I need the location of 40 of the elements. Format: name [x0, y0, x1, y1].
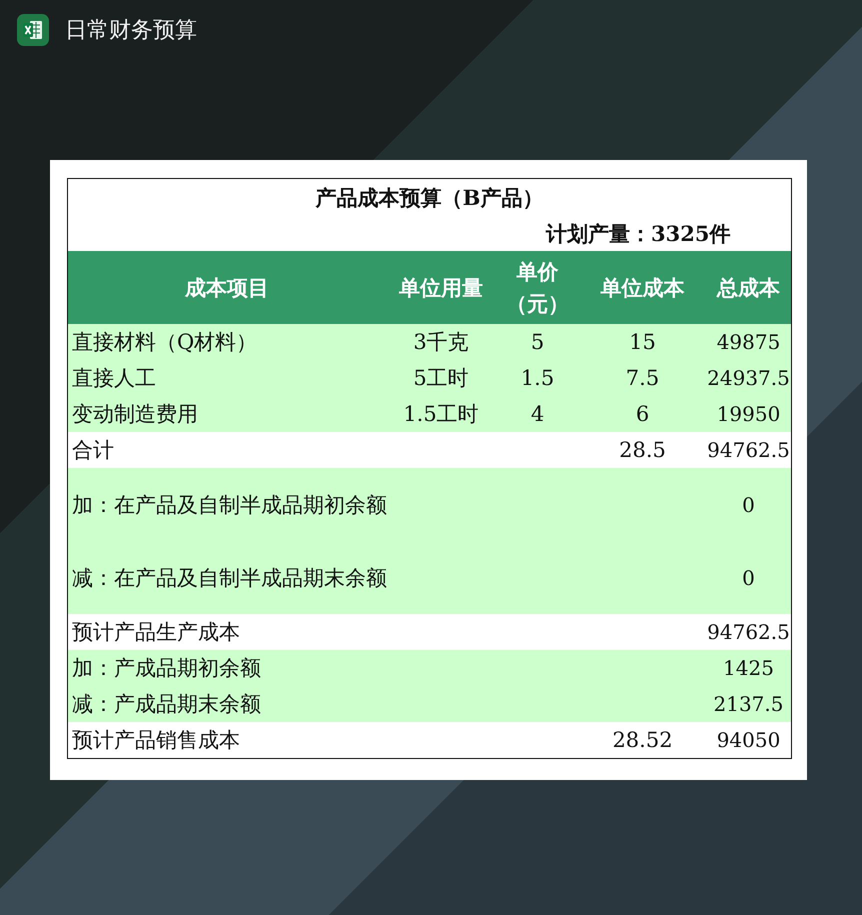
table-cell: 5 — [530, 330, 544, 354]
table-cell: 7.5 — [626, 366, 660, 390]
table-cell: 6 — [636, 402, 650, 426]
table-cell: 94050 — [716, 728, 780, 752]
table-cell: 1.5 — [520, 366, 554, 390]
table-cell: 49875 — [716, 330, 780, 354]
planned-output: 计划产量：3325件 — [546, 220, 730, 248]
column-header: 成本项目 — [184, 274, 270, 302]
column-header: 总成本 — [716, 274, 781, 302]
table-cell-text: 变动制造费用 — [72, 401, 198, 428]
spreadsheet-app-icon — [17, 14, 49, 46]
table-cell: 0 — [742, 566, 755, 590]
table-cell-text: 预计产品销售成本 — [72, 727, 240, 754]
table-cell-text: 合计 — [72, 437, 114, 464]
table-cell: 28.52 — [612, 728, 673, 752]
table-cell: 2137.5 — [714, 692, 784, 716]
table-cell: 1425 — [723, 656, 774, 680]
table-cell: 0 — [742, 492, 755, 516]
table-cell-text: 加：在产品及自制半成品期初余额 — [72, 492, 387, 518]
table-cell: 28.5 — [619, 438, 666, 462]
table-cell-text: 直接材料（Q材料） — [72, 329, 258, 356]
table-cell-text: 加：产成品期初余额 — [72, 655, 261, 682]
table-cell-text: 直接人工 — [72, 365, 156, 392]
sheet-title: 产品成本预算（B产品） — [314, 184, 544, 212]
column-header: 单位成本 — [600, 274, 686, 302]
table-cell: 24937.5 — [707, 366, 790, 390]
table-cell-text: 1.5工时 — [403, 401, 479, 428]
app-title: 日常财务预算 — [65, 17, 197, 45]
table-cell-text: 减：在产品及自制半成品期末余额 — [72, 564, 387, 592]
column-header: 单价（元） — [505, 258, 570, 318]
table-cell: 15 — [629, 330, 656, 354]
table-cell: 94762.5 — [707, 438, 790, 462]
table-cell: 4 — [530, 402, 544, 426]
table-cell-text: 5工时 — [413, 365, 469, 392]
table-cell-text: 减：产成品期末余额 — [72, 691, 261, 718]
table-cell: 94762.5 — [707, 620, 790, 644]
table-cell-text: 3千克 — [413, 329, 469, 356]
column-header: 单位用量 — [398, 274, 484, 302]
table-cell: 19950 — [716, 402, 780, 426]
table-cell-text: 预计产品生产成本 — [72, 619, 240, 646]
